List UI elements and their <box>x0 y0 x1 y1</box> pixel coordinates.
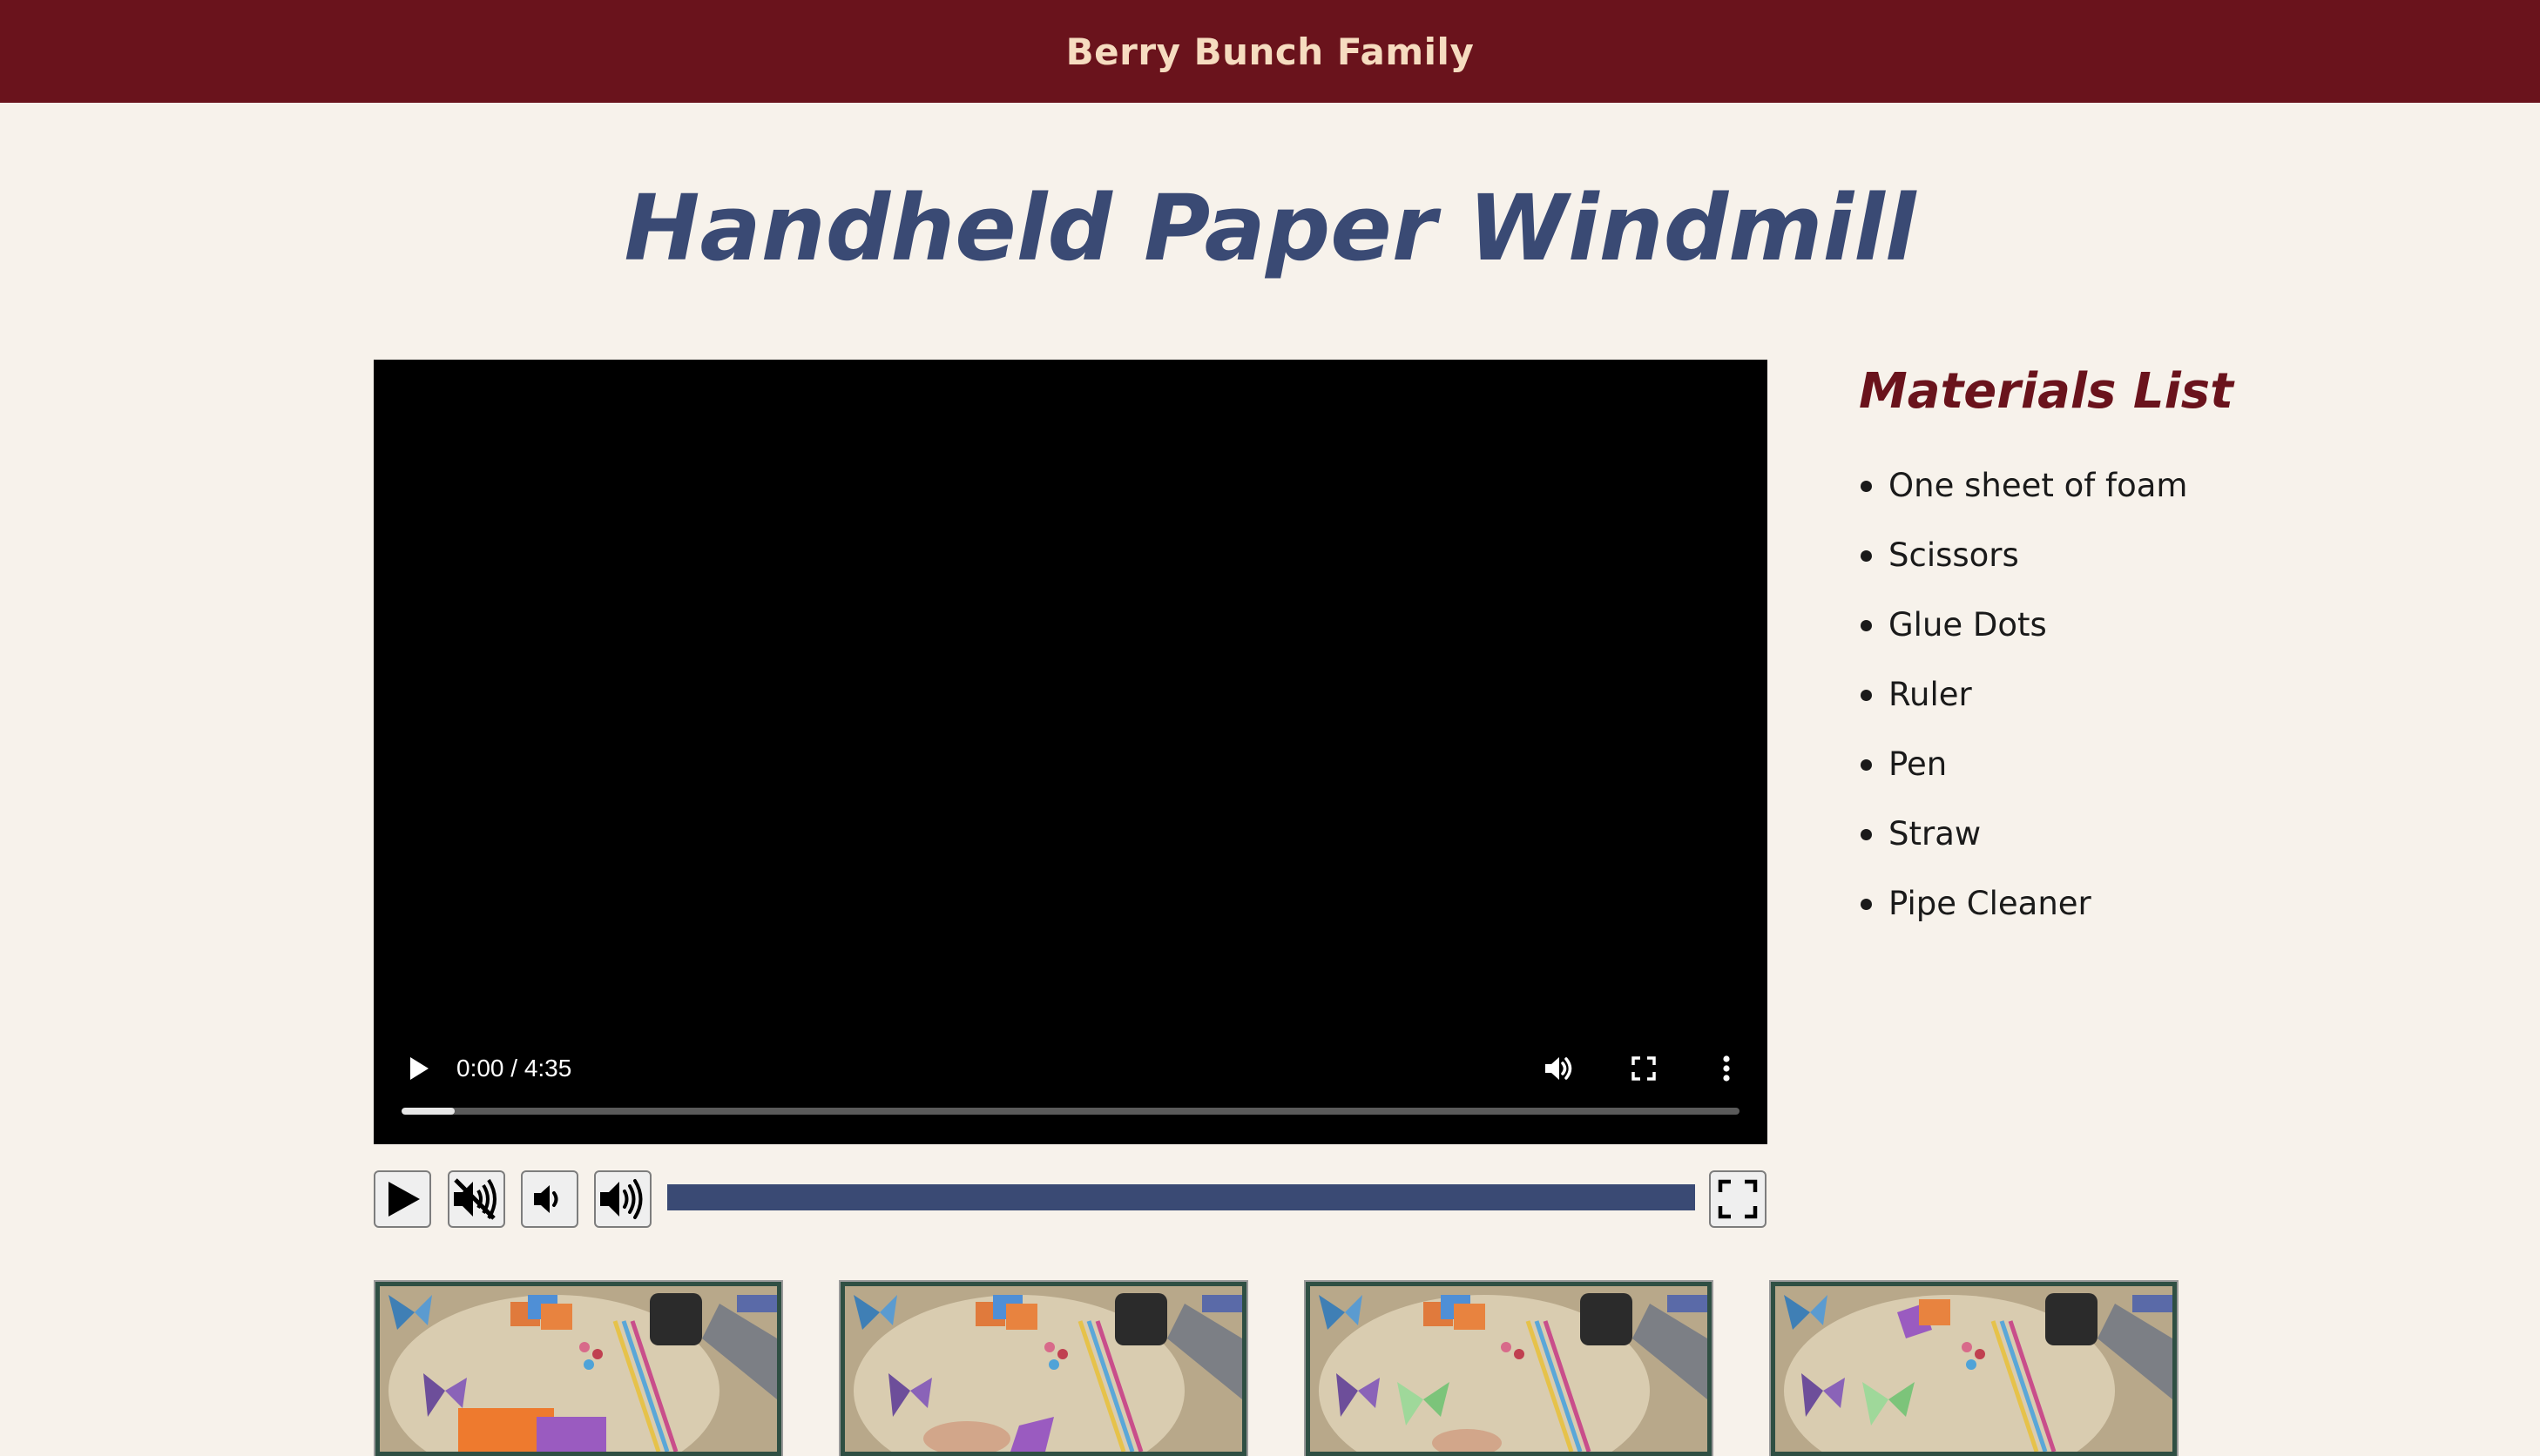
materials-panel: Materials List One sheet of foam Scissor… <box>1859 359 2469 939</box>
muted-speaker-icon <box>454 1178 497 1220</box>
more-vertical-icon <box>1723 1055 1730 1082</box>
bullet <box>1861 829 1872 840</box>
step-4-thumbnail[interactable] <box>1769 1280 2179 1456</box>
fullscreen-icon <box>1718 1179 1758 1219</box>
play-icon <box>388 1182 420 1217</box>
video-player[interactable]: 0:00 / 4:35 <box>374 360 1767 1144</box>
volume-high-icon <box>600 1179 643 1219</box>
site-name[interactable]: Berry Bunch Family <box>1066 30 1475 73</box>
bullet <box>1861 550 1872 562</box>
materials-item-label: Glue Dots <box>1888 606 2047 644</box>
materials-heading: Materials List <box>1859 363 2233 420</box>
step-1-thumbnail[interactable] <box>374 1280 783 1456</box>
video-fullscreen-button[interactable] <box>1624 1048 1664 1089</box>
video-native-controls: 0:00 / 4:35 <box>374 1022 1767 1144</box>
craft-scene-image <box>380 1286 777 1452</box>
materials-item: Straw <box>1859 799 2469 869</box>
custom-progress-bar[interactable] <box>667 1184 1695 1210</box>
step-2-thumbnail[interactable] <box>839 1280 1248 1456</box>
volume-down-button[interactable] <box>521 1170 578 1228</box>
fullscreen-button[interactable] <box>1709 1170 1767 1228</box>
video-time-display: 0:00 / 4:35 <box>456 1055 572 1082</box>
video-play-button[interactable] <box>402 1051 436 1086</box>
fullscreen-icon <box>1631 1056 1656 1081</box>
materials-item-label: Pipe Cleaner <box>1888 885 2091 922</box>
materials-item-label: Scissors <box>1888 536 2019 574</box>
craft-scene-image <box>1310 1286 1707 1452</box>
bullet <box>1861 899 1872 910</box>
step-3-thumbnail[interactable] <box>1304 1280 1713 1456</box>
bullet <box>1861 620 1872 631</box>
play-icon <box>410 1057 429 1080</box>
bullet <box>1861 481 1872 492</box>
materials-item: Ruler <box>1859 660 2469 730</box>
materials-item: Pipe Cleaner <box>1859 869 2469 939</box>
video-more-options-button[interactable] <box>1706 1048 1746 1089</box>
mute-button[interactable] <box>448 1170 505 1228</box>
page-title: Handheld Paper Windmill <box>624 175 1916 281</box>
craft-scene-image <box>845 1286 1242 1452</box>
video-seek-progress <box>402 1108 456 1115</box>
materials-item: One sheet of foam <box>1859 451 2469 521</box>
materials-item-label: Straw <box>1888 815 1982 853</box>
volume-low-icon <box>534 1185 558 1213</box>
volume-up-button[interactable] <box>594 1170 652 1228</box>
video-volume-button[interactable] <box>1539 1048 1579 1089</box>
materials-item: Glue Dots <box>1859 590 2469 660</box>
materials-list: One sheet of foam Scissors Glue Dots Rul… <box>1859 451 2469 939</box>
materials-item: Scissors <box>1859 521 2469 590</box>
materials-item: Pen <box>1859 730 2469 799</box>
materials-item-label: Ruler <box>1888 676 1972 713</box>
bullet <box>1861 759 1872 771</box>
bullet <box>1861 690 1872 701</box>
video-seek-bar[interactable] <box>402 1108 1739 1115</box>
craft-scene-image <box>1775 1286 2172 1452</box>
materials-item-label: Pen <box>1888 745 1948 783</box>
volume-icon <box>1545 1057 1572 1080</box>
materials-item-label: One sheet of foam <box>1888 467 2188 504</box>
site-header: Berry Bunch Family <box>0 0 2540 103</box>
play-button[interactable] <box>374 1170 431 1228</box>
